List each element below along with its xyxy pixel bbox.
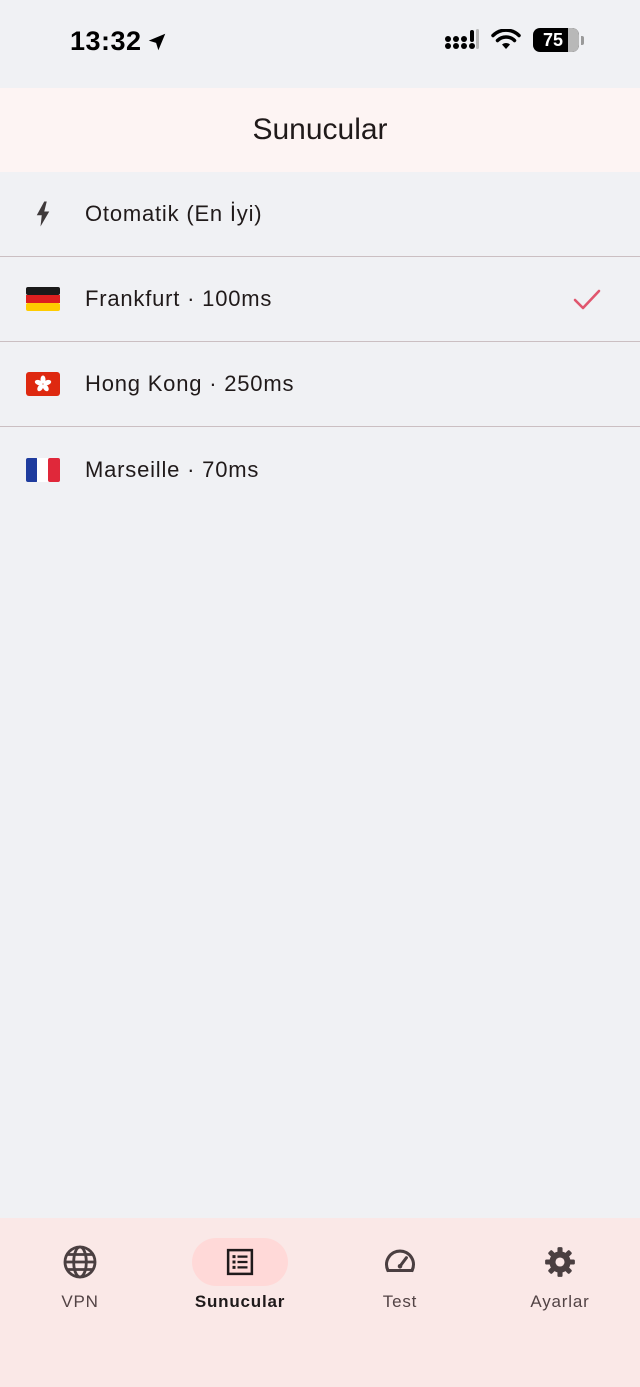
app-bar: Sunucular xyxy=(0,88,640,172)
gear-icon xyxy=(545,1247,575,1277)
flag-hong-kong-icon xyxy=(26,367,60,401)
status-bar: 13:32 75 xyxy=(0,0,640,88)
bottom-navigation: VPN Sunucular Test Ayarlar xyxy=(0,1218,640,1387)
server-label: Otomatik (En İyi) xyxy=(85,201,263,226)
nav-indicator xyxy=(32,1238,128,1286)
nav-item-test[interactable]: Test xyxy=(320,1218,480,1387)
nav-indicator xyxy=(352,1238,448,1286)
nav-label-vpn: VPN xyxy=(61,1292,99,1311)
wifi-icon xyxy=(491,29,521,49)
nav-label-test: Test xyxy=(382,1292,418,1311)
nav-item-settings[interactable]: Ayarlar xyxy=(480,1218,640,1387)
nav-item-servers[interactable]: Sunucular xyxy=(160,1218,320,1387)
cellular-signal-icon xyxy=(445,29,479,49)
location-arrow-icon xyxy=(148,33,165,50)
server-label: Hong Kong · 250ms xyxy=(85,371,295,396)
nav-indicator-active xyxy=(192,1238,288,1286)
flag-france-icon xyxy=(26,453,60,487)
server-label: Frankfurt · 100ms xyxy=(85,286,273,311)
globe-icon xyxy=(63,1245,97,1279)
status-time-text: 13:32 xyxy=(70,26,142,56)
nav-label-settings: Ayarlar xyxy=(530,1292,590,1311)
server-label: Marseille · 70ms xyxy=(85,456,260,482)
nav-indicator xyxy=(512,1238,608,1286)
status-indicators: 75 xyxy=(445,28,584,52)
flag-germany-icon xyxy=(26,282,60,316)
battery-indicator: 75 xyxy=(533,28,579,52)
battery-level: 75 xyxy=(542,29,564,50)
status-time: 13:32 xyxy=(70,26,168,57)
list-icon xyxy=(226,1248,254,1276)
server-item-marseille[interactable]: Marseille · 70ms xyxy=(0,427,640,512)
nav-label-servers: Sunucular xyxy=(194,1292,286,1311)
page-title: Sunucular xyxy=(252,113,388,146)
nav-item-vpn[interactable]: VPN xyxy=(0,1218,160,1387)
server-item-hong-kong[interactable]: Hong Kong · 250ms xyxy=(0,342,640,427)
check-icon xyxy=(573,289,601,310)
battery-tip xyxy=(581,35,584,45)
server-item-auto[interactable]: Otomatik (En İyi) xyxy=(0,172,640,257)
speedometer-icon xyxy=(384,1249,416,1273)
server-item-frankfurt[interactable]: Frankfurt · 100ms xyxy=(0,257,640,342)
server-list: Otomatik (En İyi) Frankfurt · 100ms Hong… xyxy=(0,172,640,512)
bolt-icon xyxy=(26,197,60,231)
